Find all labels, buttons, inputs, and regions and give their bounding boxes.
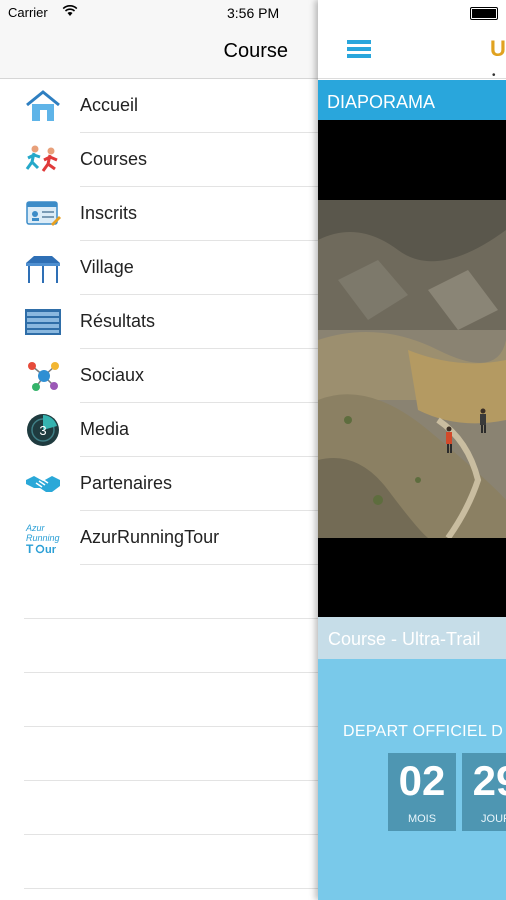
empty-row	[0, 781, 318, 835]
drawer-menu: Accueil Courses Inscrits Village Résulta…	[0, 79, 318, 889]
main-header: U • •	[318, 28, 506, 92]
slideshow[interactable]	[318, 120, 506, 617]
countdown-days-value: 29	[472, 757, 506, 804]
handshake-icon	[26, 476, 60, 492]
app-logo: U	[490, 36, 506, 61]
countdown-days: 29 JOUR	[462, 753, 506, 831]
menu-label-inscrits: Inscrits	[80, 203, 138, 223]
empty-row	[0, 565, 318, 619]
menu-item-inscrits[interactable]: Inscrits	[0, 187, 318, 241]
menu-label-village: Village	[80, 257, 134, 277]
status-bar: Carrier 3:56 PM	[0, 0, 318, 28]
empty-row	[0, 673, 318, 727]
svg-text:3: 3	[39, 423, 46, 438]
divider	[24, 888, 318, 889]
status-bar-right	[318, 0, 506, 28]
countdown-months-value: 02	[398, 757, 446, 804]
runners-icon	[25, 145, 58, 172]
race-title: Course - Ultra-Trail	[328, 629, 481, 649]
menu-label-sociaux: Sociaux	[80, 365, 145, 385]
menu-toggle-icon[interactable]	[347, 40, 371, 62]
countdown-months-unit: MOIS	[407, 813, 437, 825]
menu-item-azurrunningtour[interactable]: Azur Running T ur AzurRunningTour	[0, 511, 318, 565]
race-title-bar: Course - Ultra-Trail	[318, 617, 506, 659]
menu-label-courses: Courses	[80, 149, 148, 169]
svg-text:ur: ur	[45, 544, 57, 556]
carrier-label: Carrier	[8, 5, 48, 20]
menu-item-sociaux[interactable]: Sociaux	[0, 349, 318, 403]
menu-label-partenaires: Partenaires	[80, 473, 173, 493]
menu-label-media: Media	[80, 419, 130, 439]
menu-item-media[interactable]: 3 Media	[0, 403, 318, 457]
trail-photo	[318, 200, 506, 538]
id-card-icon	[26, 201, 61, 226]
battery-icon	[470, 7, 498, 20]
menu-item-partenaires[interactable]: Partenaires	[0, 457, 318, 511]
empty-row	[0, 727, 318, 781]
status-time: 3:56 PM	[227, 5, 280, 21]
empty-row	[0, 619, 318, 673]
drawer-title: Course	[223, 40, 288, 62]
menu-item-resultats[interactable]: Résultats	[0, 295, 318, 349]
empty-row	[0, 835, 318, 889]
slideshow-header: DIAPORAMA	[318, 80, 506, 120]
svg-text:T: T	[26, 542, 34, 556]
tent-icon	[26, 256, 60, 283]
menu-item-courses[interactable]: Courses	[0, 133, 318, 187]
wifi-icon	[62, 5, 78, 16]
media-dial-icon: 3	[27, 414, 59, 446]
social-network-icon	[28, 362, 59, 391]
main-content-panel[interactable]: U • • DIAPORAMA	[318, 0, 506, 900]
official-start-label: DEPART OFFICIEL D	[343, 723, 504, 740]
menu-item-village[interactable]: Village	[0, 241, 318, 295]
menu-label-resultats: Résultats	[80, 311, 156, 331]
side-drawer: Carrier 3:56 PM Course Accueil Courses I…	[0, 0, 318, 900]
menu-label-azurrunningtour: AzurRunningTour	[80, 527, 220, 547]
countdown-days-unit: JOUR	[481, 813, 506, 825]
home-icon	[26, 90, 60, 121]
svg-text:Azur: Azur	[25, 523, 46, 533]
results-table-icon	[25, 309, 61, 335]
countdown-section: DEPART OFFICIEL D 02 MOIS 29 JOUR	[318, 659, 506, 900]
menu-label-accueil: Accueil	[80, 95, 139, 115]
azur-running-tour-logo: Azur Running T ur	[25, 523, 60, 556]
drawer-header: Course	[0, 28, 318, 79]
slideshow-label: DIAPORAMA	[327, 92, 436, 112]
menu-item-accueil[interactable]: Accueil	[0, 79, 318, 133]
countdown-months: 02 MOIS	[388, 753, 456, 831]
